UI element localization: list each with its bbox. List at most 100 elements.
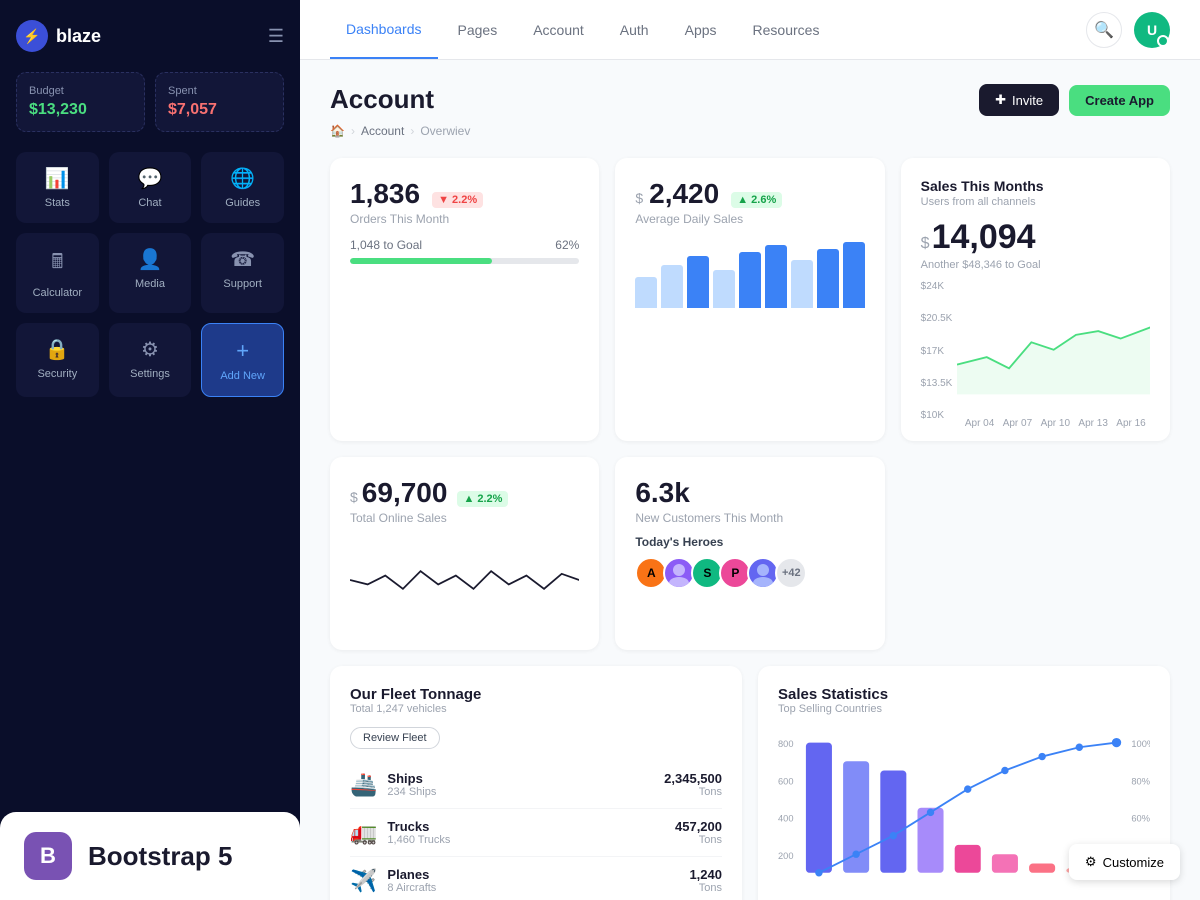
bar-6 <box>765 245 787 308</box>
breadcrumb-account[interactable]: Account <box>361 124 404 138</box>
media-icon: 👤 <box>138 247 163 272</box>
top-nav-right: 🔍 U <box>1086 12 1170 48</box>
budget-value: $13,230 <box>29 101 132 119</box>
sidebar-item-settings[interactable]: ⚙ Settings <box>109 323 192 397</box>
ships-unit: Tons <box>664 786 722 798</box>
bar-5 <box>739 252 761 308</box>
calculator-label: Calculator <box>33 287 83 299</box>
planes-info: Planes 8 Aircrafts <box>387 867 679 894</box>
bar-9 <box>843 242 865 309</box>
heroes-label: Today's Heroes <box>635 535 864 549</box>
security-label: Security <box>37 368 77 380</box>
total-label: Total Online Sales <box>350 511 579 525</box>
line-chart-x-labels: Apr 04 Apr 07 Apr 10 Apr 13 Apr 16 <box>921 418 1150 429</box>
total-badge: ▲ 2.2% <box>457 491 508 507</box>
sidebar-item-support[interactable]: ☎ Support <box>201 233 284 313</box>
total-prefix: $ <box>350 489 358 505</box>
progress-label-text: 1,048 to Goal <box>350 238 422 252</box>
content-area: Dashboards Pages Account Auth Apps Resou… <box>300 0 1200 900</box>
line-chart-container: $24K $20.5K $17K $13.5K $10K <box>921 281 1150 421</box>
stats-label: Stats <box>45 197 70 209</box>
planes-value: 1,240 Tons <box>689 867 722 894</box>
user-avatar[interactable]: U <box>1134 12 1170 48</box>
budget-label: Budget <box>29 85 132 97</box>
logo-area: ⚡ blaze <box>16 20 101 52</box>
ships-num: 2,345,500 <box>664 771 722 786</box>
fleet-row-ships: 🚢 Ships 234 Ships 2,345,500 Tons <box>350 761 722 809</box>
planes-count: 8 Aircrafts <box>387 882 679 894</box>
add-new-label: Add New <box>220 370 265 382</box>
total-number: 69,700 <box>362 477 448 509</box>
trucks-icon: 🚛 <box>350 820 377 846</box>
main-content: Dashboards Pages Account Auth Apps Resou… <box>300 0 1200 900</box>
spent-value: $7,057 <box>168 101 271 119</box>
svg-text:100%: 100% <box>1131 739 1150 749</box>
planes-icon: ✈️ <box>350 868 377 894</box>
sales-month-card: Sales This Months Users from all channel… <box>901 158 1170 441</box>
breadcrumb-sep2: › <box>410 124 414 138</box>
fleet-row-trucks: 🚛 Trucks 1,460 Trucks 457,200 Tons <box>350 809 722 857</box>
tab-account[interactable]: Account <box>517 12 600 48</box>
svg-text:600: 600 <box>778 776 794 786</box>
avg-prefix: $ <box>635 190 643 206</box>
trucks-value: 457,200 Tons <box>675 819 722 846</box>
breadcrumb-home[interactable]: 🏠 <box>330 124 345 138</box>
tab-dashboards[interactable]: Dashboards <box>330 0 438 59</box>
top-nav: Dashboards Pages Account Auth Apps Resou… <box>300 0 1200 60</box>
svg-text:80%: 80% <box>1131 776 1150 786</box>
hero-img-2 <box>665 559 693 587</box>
tab-auth[interactable]: Auth <box>604 12 665 48</box>
tab-pages[interactable]: Pages <box>442 12 514 48</box>
ships-name: Ships <box>387 771 654 786</box>
fleet-card: Our Fleet Tonnage Total 1,247 vehicles R… <box>330 666 742 900</box>
bootstrap-logo: B <box>24 832 72 880</box>
tab-resources[interactable]: Resources <box>737 12 836 48</box>
fleet-row-planes: ✈️ Planes 8 Aircrafts 1,240 Tons <box>350 857 722 900</box>
avg-value-row: $ 2,420 ▲ 2.6% <box>635 178 864 212</box>
line-chart-svg <box>957 281 1150 411</box>
customize-button[interactable]: ⚙ Customize <box>1069 844 1180 880</box>
customize-icon: ⚙ <box>1085 854 1097 870</box>
orders-badge: ▼ 2.2% <box>432 192 483 208</box>
hero-img-5 <box>749 559 777 587</box>
invite-button[interactable]: ✚ Invite <box>979 84 1059 116</box>
planes-name: Planes <box>387 867 679 882</box>
orders-card: 1,836 ▼ 2.2% Orders This Month 1,048 to … <box>330 158 599 441</box>
menu-icon[interactable]: ☰ <box>268 26 284 47</box>
sidebar-item-stats[interactable]: 📊 Stats <box>16 152 99 223</box>
bar-7 <box>791 260 813 308</box>
trucks-unit: Tons <box>675 834 722 846</box>
x-label-5: Apr 16 <box>1116 418 1145 429</box>
stats-grid: 1,836 ▼ 2.2% Orders This Month 1,048 to … <box>330 158 1170 441</box>
x-label-3: Apr 10 <box>1041 418 1070 429</box>
sidebar-item-chat[interactable]: 💬 Chat <box>109 152 192 223</box>
search-button[interactable]: 🔍 <box>1086 12 1122 48</box>
sidebar-item-security[interactable]: 🔒 Security <box>16 323 99 397</box>
sidebar-item-add-new[interactable]: + Add New <box>201 323 284 397</box>
sales-stats-title: Sales Statistics <box>778 686 1150 703</box>
header-actions: ✚ Invite Create App <box>979 84 1170 116</box>
sales-prefix: $ <box>921 235 930 253</box>
main-wrapper: Dashboards Pages Account Auth Apps Resou… <box>300 0 1200 900</box>
nav-tabs: Dashboards Pages Account Auth Apps Resou… <box>330 0 835 59</box>
sidebar-item-guides[interactable]: 🌐 Guides <box>201 152 284 223</box>
security-icon: 🔒 <box>45 337 70 362</box>
orders-number: 1,836 <box>350 178 420 210</box>
svg-text:60%: 60% <box>1131 814 1150 824</box>
logo-icon: ⚡ <box>16 20 48 52</box>
avg-badge: ▲ 2.6% <box>731 192 782 208</box>
sales-sub-text: Another $48,346 to Goal <box>921 259 1150 271</box>
review-fleet-button[interactable]: Review Fleet <box>350 727 440 749</box>
create-app-button[interactable]: Create App <box>1069 85 1170 116</box>
chat-icon: 💬 <box>138 166 163 191</box>
y-label-5: $10K <box>921 410 953 421</box>
sidebar-header: ⚡ blaze ☰ <box>16 20 284 52</box>
guides-icon: 🌐 <box>230 166 255 191</box>
sidebar-item-media[interactable]: 👤 Media <box>109 233 192 313</box>
ships-count: 234 Ships <box>387 786 654 798</box>
chat-label: Chat <box>138 197 161 209</box>
tab-apps[interactable]: Apps <box>669 12 733 48</box>
settings-icon: ⚙ <box>141 337 159 362</box>
sidebar-item-calculator[interactable]: 🖩 Calculator <box>16 233 99 313</box>
ships-icon: 🚢 <box>350 772 377 798</box>
